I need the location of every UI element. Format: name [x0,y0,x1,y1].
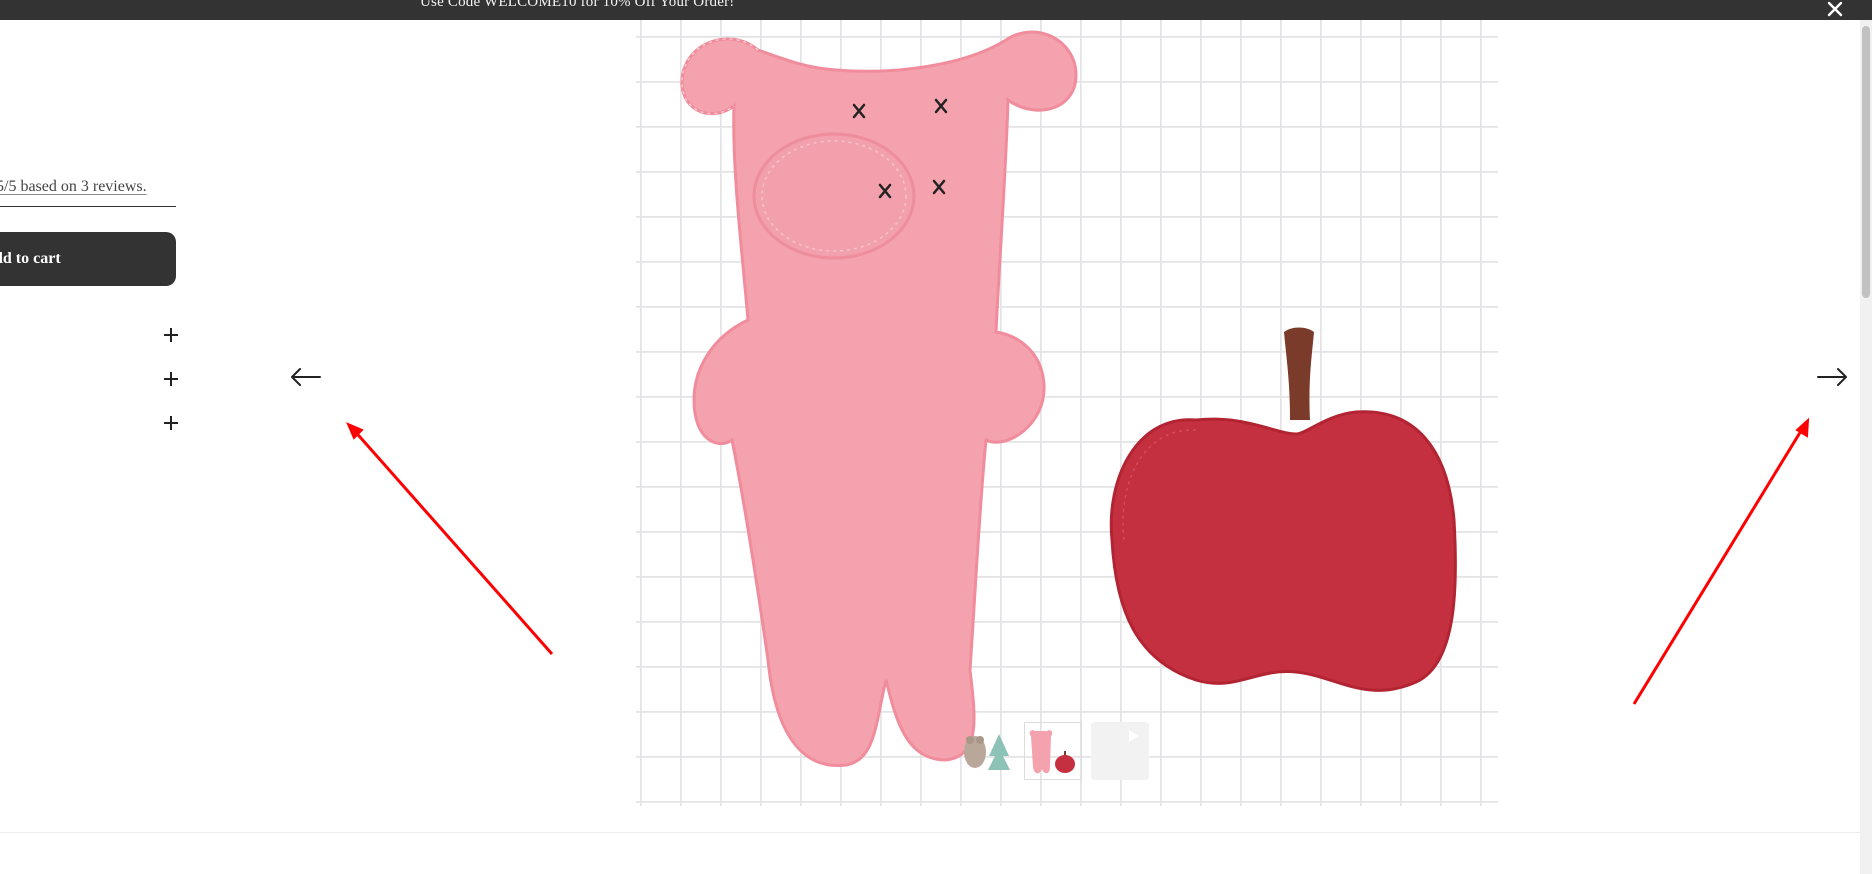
arrow-right-icon[interactable] [1812,362,1852,392]
bear-and-tree-thumbnail[interactable] [957,722,1015,780]
reviews-divider [0,206,176,207]
scrollbar-thumb[interactable] [1862,26,1870,298]
pig-and-apple-thumbnail[interactable] [1024,722,1082,780]
video-thumbnail[interactable] [1091,722,1149,780]
reviews-link[interactable]: 5/5 based on 3 reviews. [0,178,147,196]
product-info-panel: 5/5 based on 3 reviews. dd to cart [0,0,180,874]
section-divider [0,832,1860,833]
arrow-left-icon[interactable] [286,362,326,392]
plus-icon[interactable] [160,368,182,390]
add-to-cart-button[interactable]: dd to cart [0,232,176,286]
announcement-text: Use Code WELCOME10 for 10% Off Your Orde… [420,0,735,10]
page-scrollbar[interactable] [1860,20,1872,874]
plus-icon[interactable] [160,324,182,346]
play-icon [1129,730,1139,742]
thumbnail-strip [957,722,1149,782]
product-image [636,20,1498,806]
plus-icon[interactable] [160,412,182,434]
close-icon[interactable] [1824,0,1846,20]
announcement-bar: Use Code WELCOME10 for 10% Off Your Orde… [0,0,1872,20]
